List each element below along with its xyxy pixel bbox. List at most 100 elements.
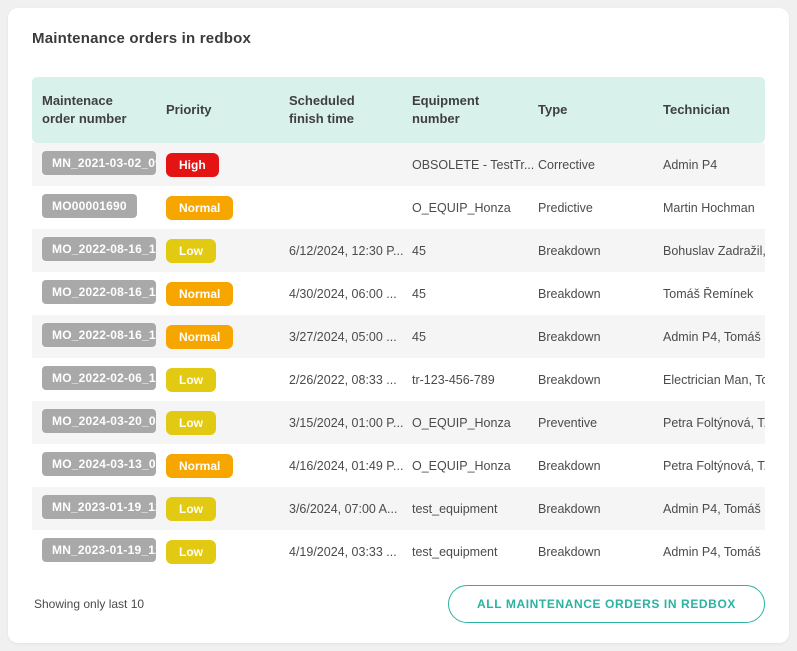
order-number-cell: MO_2024-03-13_09:4 [42,452,166,479]
type-cell: Corrective [538,158,663,172]
priority-cell: Normal [166,282,289,306]
priority-badge: Low [166,540,216,564]
priority-cell: Low [166,239,289,263]
scheduled-finish-cell: 6/12/2024, 12:30 P... [289,244,412,258]
order-number-cell: MO_2022-08-16_11:16 [42,280,166,307]
scheduled-finish-cell: 4/19/2024, 03:33 ... [289,545,412,559]
order-number-badge: MO_2022-02-06_19:3 [42,366,156,390]
scheduled-finish-cell: 2/26/2022, 08:33 ... [289,373,412,387]
column-header-technician: Technician [663,101,765,119]
order-number-badge: MO00001690 [42,194,137,218]
table-row[interactable]: MN_2023-01-19_12:11 Low 3/6/2024, 07:00 … [32,487,765,530]
equipment-cell: O_EQUIP_Honza [412,459,538,473]
table-row[interactable]: MO_2024-03-20_08: Low 3/15/2024, 01:00 P… [32,401,765,444]
type-cell: Breakdown [538,502,663,516]
type-cell: Breakdown [538,330,663,344]
order-number-badge: MN_2023-01-19_12:11 [42,495,156,519]
order-number-badge: MO_2024-03-20_08: [42,409,156,433]
table-row[interactable]: MO_2022-08-16_11:16 Normal 4/30/2024, 06… [32,272,765,315]
type-cell: Breakdown [538,459,663,473]
order-number-badge: MN_2023-01-19_12:11 [42,538,156,562]
priority-cell: Low [166,411,289,435]
order-number-cell: MN_2023-01-19_12:11 [42,538,166,565]
equipment-cell: OBSOLETE - TestTr... [412,158,538,172]
priority-cell: Low [166,497,289,521]
order-number-badge: MO_2022-08-16_11:0 [42,323,156,347]
technician-cell: Admin P4, Tomáš ... [663,545,765,559]
priority-badge: Normal [166,282,233,306]
type-cell: Breakdown [538,244,663,258]
priority-cell: Low [166,368,289,392]
priority-cell: Normal [166,325,289,349]
technician-cell: Admin P4 [663,158,765,172]
scheduled-finish-cell: 4/16/2024, 01:49 P... [289,459,412,473]
order-number-cell: MO_2022-02-06_19:3 [42,366,166,393]
technician-cell: Petra Foltýnová, T... [663,459,765,473]
table-row[interactable]: MO_2024-03-13_09:4 Normal 4/16/2024, 01:… [32,444,765,487]
priority-cell: Normal [166,454,289,478]
priority-cell: High [166,153,289,177]
table-row[interactable]: MO00001690 Normal O_EQUIP_Honza Predicti… [32,186,765,229]
table-body: MN_2021-03-02_09:3 High OBSOLETE - TestT… [32,143,765,573]
column-header-priority: Priority [166,101,289,119]
table-row[interactable]: MO_2022-08-16_11:18 Low 6/12/2024, 12:30… [32,229,765,272]
technician-cell: Martin Hochman [663,201,765,215]
scheduled-finish-cell: 3/6/2024, 07:00 A... [289,502,412,516]
column-header-order-number: Maintenace order number [42,92,166,127]
type-cell: Preventive [538,416,663,430]
type-cell: Breakdown [538,373,663,387]
technician-cell: Admin P4, Tomáš ... [663,502,765,516]
type-cell: Breakdown [538,287,663,301]
equipment-cell: 45 [412,287,538,301]
type-cell: Predictive [538,201,663,215]
technician-cell: Petra Foltýnová, T... [663,416,765,430]
equipment-cell: test_equipment [412,545,538,559]
order-number-cell: MO00001690 [42,194,166,221]
equipment-cell: 45 [412,330,538,344]
all-maintenance-orders-button[interactable]: ALL MAINTENANCE ORDERS IN REDBOX [448,585,765,623]
order-number-cell: MN_2021-03-02_09:3 [42,151,166,178]
priority-cell: Low [166,540,289,564]
priority-cell: Normal [166,196,289,220]
priority-badge: Low [166,497,216,521]
equipment-cell: O_EQUIP_Honza [412,201,538,215]
column-header-scheduled-finish: Scheduled finish time [289,92,412,127]
type-cell: Breakdown [538,545,663,559]
order-number-badge: MO_2024-03-13_09:4 [42,452,156,476]
showing-note: Showing only last 10 [34,597,144,611]
table-row[interactable]: MN_2021-03-02_09:3 High OBSOLETE - TestT… [32,143,765,186]
priority-badge: Normal [166,454,233,478]
equipment-cell: test_equipment [412,502,538,516]
column-header-equipment-number: Equipment number [412,92,538,127]
priority-badge: Low [166,368,216,392]
order-number-cell: MO_2024-03-20_08: [42,409,166,436]
technician-cell: Bohuslav Zadražil, ... [663,244,765,258]
order-number-badge: MO_2022-08-16_11:18 [42,237,156,261]
table-header: Maintenace order number Priority Schedul… [32,77,765,143]
priority-badge: High [166,153,219,177]
equipment-cell: O_EQUIP_Honza [412,416,538,430]
order-number-badge: MO_2022-08-16_11:16 [42,280,156,304]
technician-cell: Admin P4, Tomáš ... [663,330,765,344]
equipment-cell: tr-123-456-789 [412,373,538,387]
maintenance-orders-card: Maintenance orders in redbox Maintenace … [8,8,789,643]
order-number-cell: MO_2022-08-16_11:18 [42,237,166,264]
order-number-cell: MO_2022-08-16_11:0 [42,323,166,350]
table-row[interactable]: MO_2022-02-06_19:3 Low 2/26/2022, 08:33 … [32,358,765,401]
card-title: Maintenance orders in redbox [32,30,765,47]
column-header-type: Type [538,101,663,119]
scheduled-finish-cell: 4/30/2024, 06:00 ... [289,287,412,301]
technician-cell: Tomáš Řemínek [663,287,765,301]
equipment-cell: 45 [412,244,538,258]
scheduled-finish-cell: 3/27/2024, 05:00 ... [289,330,412,344]
scheduled-finish-cell: 3/15/2024, 01:00 P... [289,416,412,430]
table-row[interactable]: MN_2023-01-19_12:11 Low 4/19/2024, 03:33… [32,530,765,573]
priority-badge: Normal [166,196,233,220]
order-number-badge: MN_2021-03-02_09:3 [42,151,156,175]
table-row[interactable]: MO_2022-08-16_11:0 Normal 3/27/2024, 05:… [32,315,765,358]
priority-badge: Normal [166,325,233,349]
orders-table: Maintenace order number Priority Schedul… [32,77,765,573]
order-number-cell: MN_2023-01-19_12:11 [42,495,166,522]
technician-cell: Electrician Man, To... [663,373,765,387]
priority-badge: Low [166,411,216,435]
